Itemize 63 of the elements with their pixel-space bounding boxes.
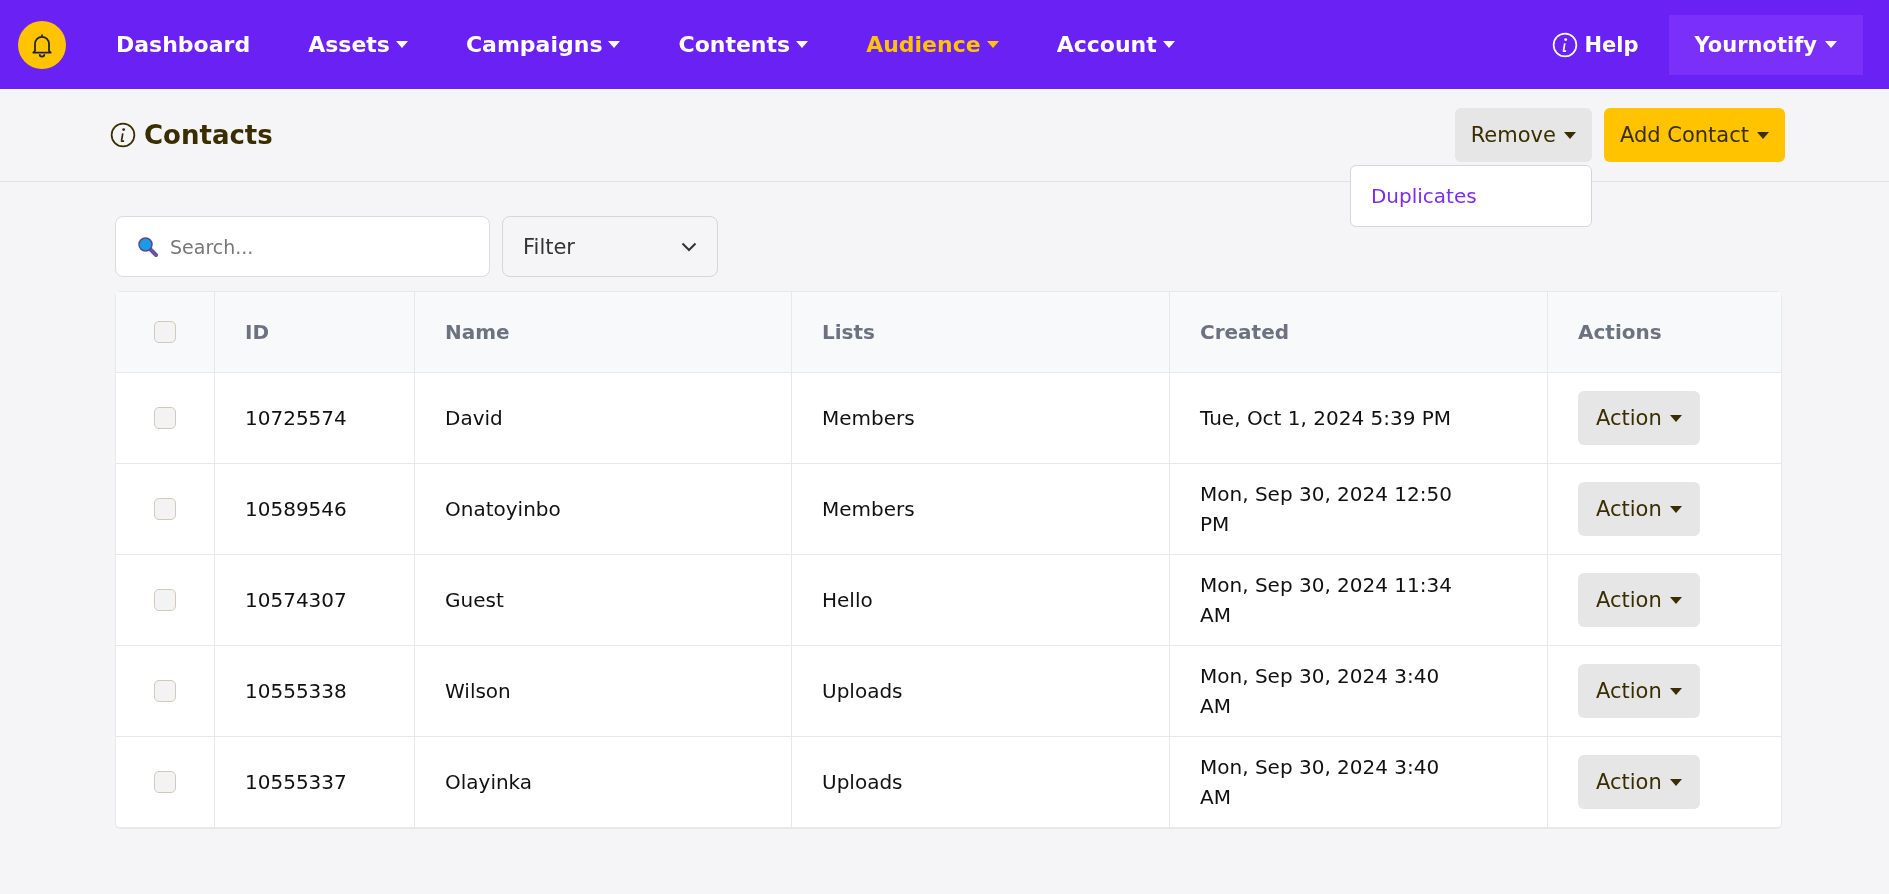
bell-icon[interactable] — [18, 20, 66, 69]
caret-icon — [1669, 687, 1682, 695]
help-link[interactable]: Help — [1552, 31, 1639, 58]
table-cell: Hello — [822, 588, 873, 612]
nav-menu-item[interactable]: Dashboard — [116, 32, 251, 57]
checkbox[interactable] — [154, 407, 176, 429]
table-cell: 10725574 — [245, 406, 347, 430]
caret-icon — [1669, 596, 1682, 604]
caret-icon — [1669, 414, 1682, 422]
table-cell: 10574307 — [245, 588, 347, 612]
info-icon — [1552, 31, 1579, 58]
table-cell-text: Tue, Oct 1, 2024 5:39 PM — [1200, 405, 1452, 432]
checkbox[interactable] — [154, 498, 176, 520]
table-cell: 10589546 — [245, 497, 347, 521]
caret-icon — [1669, 778, 1682, 786]
search-icon — [137, 236, 159, 258]
action-button[interactable]: Action — [1578, 482, 1700, 536]
filter-dropdown[interactable]: Filter — [502, 216, 718, 277]
table-cell: Guest — [445, 588, 504, 612]
account-menu[interactable]: Yournotify — [1668, 14, 1863, 75]
table-cell: Wilson — [445, 679, 511, 703]
table-cell: David — [445, 406, 503, 430]
action-button[interactable]: Action — [1578, 391, 1700, 445]
table-cell: 10555338 — [245, 679, 347, 703]
table-cell: 10555337 — [245, 770, 347, 794]
action-button[interactable]: Action — [1578, 664, 1700, 718]
chevron-down-icon — [681, 241, 697, 252]
column-header: Actions — [1578, 320, 1662, 344]
table-cell-text: Mon, Sep 30, 2024 12:50 PM — [1200, 481, 1453, 538]
caret-icon — [1563, 131, 1576, 139]
page-title: Contacts — [144, 120, 273, 150]
checkbox[interactable] — [154, 321, 176, 343]
table-cell: Olayinka — [445, 770, 533, 794]
add-contact-button[interactable]: Add Contact — [1603, 108, 1785, 162]
nav-menu-item[interactable]: Assets — [308, 32, 408, 57]
table-cell-text: Mon, Sep 30, 2024 3:40 AM — [1200, 754, 1441, 811]
menu-item[interactable]: Duplicates — [1350, 174, 1591, 218]
info-icon — [110, 122, 136, 148]
table-cell: Members — [822, 497, 915, 521]
table-cell-text: Mon, Sep 30, 2024 11:34 AM — [1200, 572, 1453, 629]
nav-menu-item[interactable]: Contents — [678, 32, 809, 57]
table-cell: Onatoyinbo — [445, 497, 561, 521]
table-cell: Uploads — [822, 679, 903, 703]
column-header: Lists — [822, 320, 875, 344]
table-cell: Uploads — [822, 770, 903, 794]
search-field[interactable]: Search... — [115, 216, 490, 277]
action-button[interactable]: Action — [1578, 573, 1700, 627]
nav-menu-item[interactable]: Campaigns — [465, 32, 621, 57]
action-button[interactable]: Action — [1578, 755, 1700, 809]
remove-button[interactable]: Remove — [1454, 108, 1592, 162]
checkbox[interactable] — [154, 589, 176, 611]
checkbox[interactable] — [154, 771, 176, 793]
caret-icon — [1669, 505, 1682, 513]
caret-icon — [1825, 41, 1837, 48]
table-cell: Members — [822, 406, 915, 430]
nav-menu-item[interactable]: Account — [1056, 32, 1175, 57]
table-cell-text: Mon, Sep 30, 2024 3:40 AM — [1200, 663, 1441, 720]
column-header: Created — [1200, 320, 1290, 344]
nav-menu-item[interactable]: Audience — [866, 32, 999, 57]
caret-icon — [1757, 131, 1769, 139]
column-header: ID — [245, 320, 270, 344]
checkbox[interactable] — [154, 680, 176, 702]
column-header: Name — [445, 320, 510, 344]
